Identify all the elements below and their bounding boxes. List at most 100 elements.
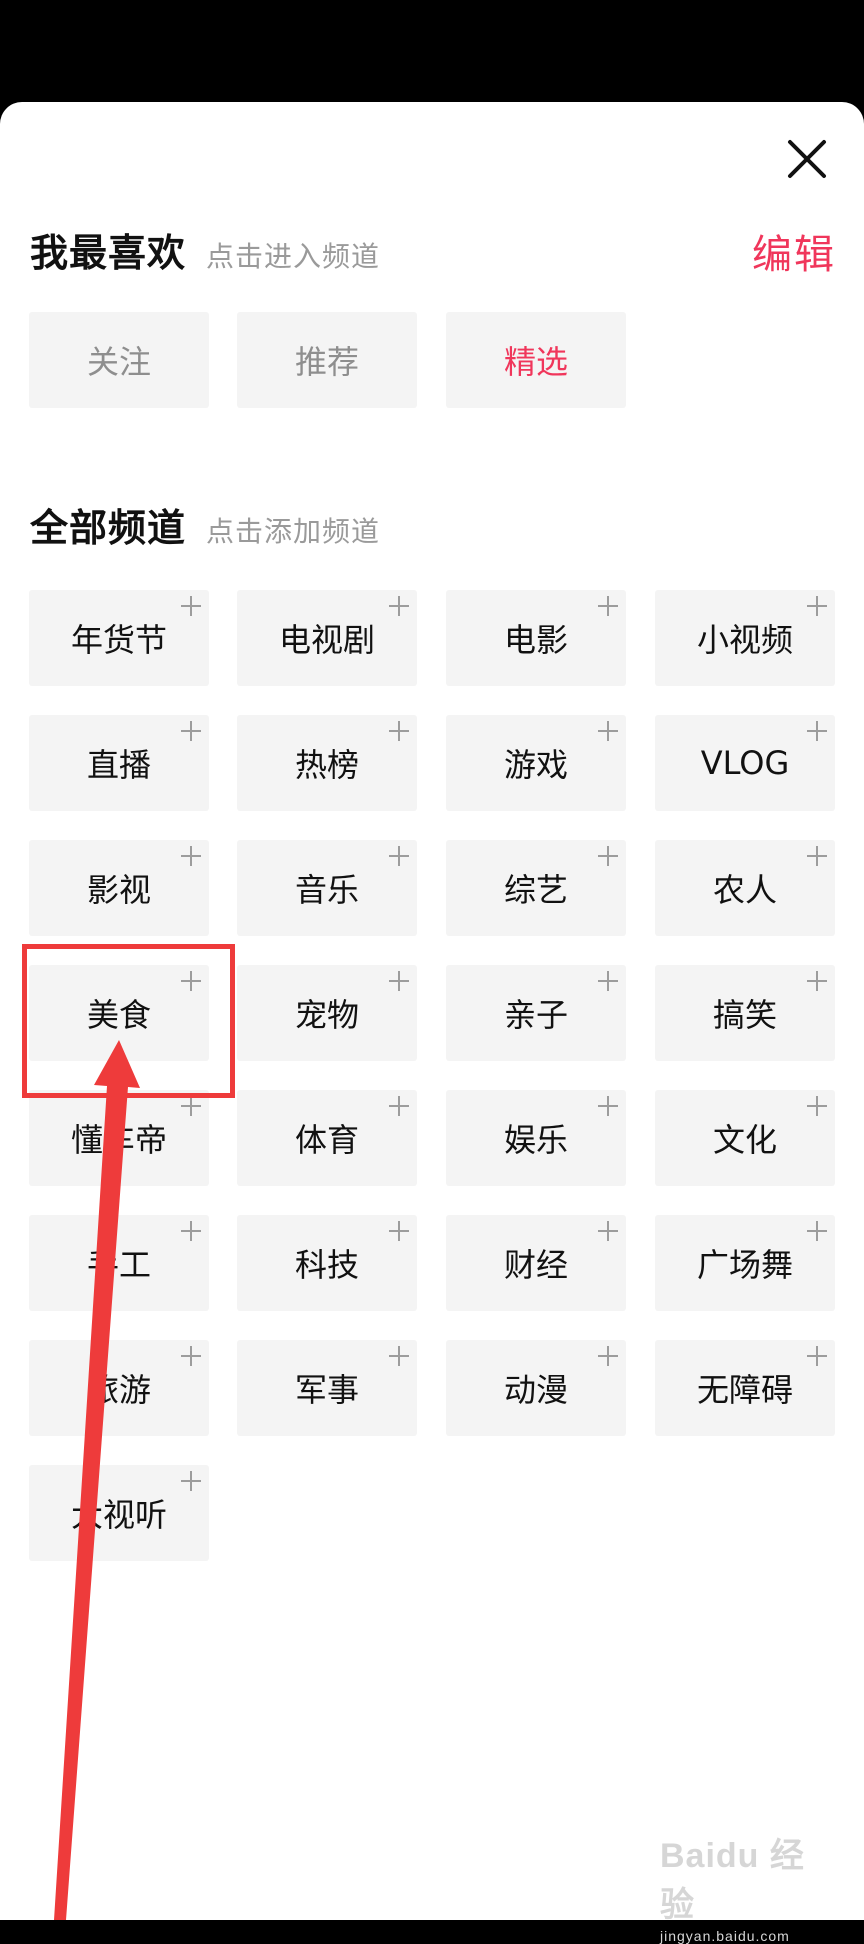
all-channels-title: 全部频道 — [30, 506, 187, 550]
plus-icon — [807, 596, 827, 616]
plus-icon — [807, 1346, 827, 1366]
plus-icon — [598, 846, 618, 866]
channel-label: 热榜 — [294, 746, 359, 784]
channel-label: 科技 — [294, 1246, 359, 1284]
channel-label: 大视听 — [70, 1496, 167, 1534]
channel-label: 关注 — [86, 343, 151, 381]
channel-tile[interactable]: 农人 — [655, 840, 835, 936]
channel-tile[interactable]: 无障碍 — [655, 1340, 835, 1436]
channel-tile[interactable]: 体育 — [237, 1090, 417, 1186]
channel-tile[interactable]: VLOG — [655, 715, 835, 811]
channel-label: 美食 — [86, 996, 151, 1034]
channel-label: 直播 — [86, 746, 151, 784]
channel-tile[interactable]: 科技 — [237, 1215, 417, 1311]
channel-label: 影视 — [86, 871, 151, 909]
close-button[interactable] — [782, 134, 832, 184]
favorite-channel-tile[interactable]: 关注 — [29, 312, 209, 408]
channel-tile[interactable]: 电视剧 — [237, 590, 417, 686]
channel-label: 电影 — [503, 621, 568, 659]
plus-icon — [389, 1221, 409, 1241]
channel-tile[interactable]: 动漫 — [446, 1340, 626, 1436]
watermark-main: Baidu 经验 — [660, 1837, 805, 1924]
channel-tile[interactable]: 旅游 — [29, 1340, 209, 1436]
plus-icon — [181, 1346, 201, 1366]
channel-tile[interactable]: 影视 — [29, 840, 209, 936]
plus-icon — [181, 596, 201, 616]
channel-label: 财经 — [503, 1246, 568, 1284]
channel-tile[interactable]: 手工 — [29, 1215, 209, 1311]
channel-label: 小视频 — [696, 621, 793, 659]
close-icon — [788, 140, 826, 178]
channel-tile[interactable]: 娱乐 — [446, 1090, 626, 1186]
channel-label: 综艺 — [503, 871, 568, 909]
plus-icon — [181, 721, 201, 741]
channel-tile[interactable]: 军事 — [237, 1340, 417, 1436]
plus-icon — [598, 1221, 618, 1241]
channel-tile[interactable]: 广场舞 — [655, 1215, 835, 1311]
edit-button[interactable]: 编辑 — [752, 222, 836, 280]
channel-label: 广场舞 — [696, 1246, 793, 1284]
all-channels-hint: 点击添加频道 — [206, 515, 381, 548]
channel-label: 精选 — [503, 343, 568, 381]
plus-icon — [598, 721, 618, 741]
status-bar-area — [0, 0, 864, 102]
channel-label: 推荐 — [294, 343, 359, 381]
channel-tile[interactable]: 直播 — [29, 715, 209, 811]
plus-icon — [181, 1471, 201, 1491]
plus-icon — [389, 846, 409, 866]
plus-icon — [807, 721, 827, 741]
channel-tile[interactable]: 亲子 — [446, 965, 626, 1061]
channel-tile[interactable]: 大视听 — [29, 1465, 209, 1561]
plus-icon — [807, 971, 827, 991]
channel-label: 手工 — [86, 1246, 151, 1284]
channel-tile[interactable]: 游戏 — [446, 715, 626, 811]
channel-tile[interactable]: 电影 — [446, 590, 626, 686]
plus-icon — [181, 1221, 201, 1241]
plus-icon — [181, 1096, 201, 1116]
plus-icon — [598, 596, 618, 616]
all-channels-header: 全部频道 点击添加频道 — [30, 497, 380, 557]
plus-icon — [389, 1346, 409, 1366]
channel-tile[interactable]: 懂车帝 — [29, 1090, 209, 1186]
all-channels-grid: 年货节 电视剧 电影 小视频直播 热榜 游戏 VLOG 影视 音乐 综艺 农人美食 宠物 亲子 搞笑懂车帝… — [29, 590, 837, 1561]
favorites-grid: 关注 推荐 精选 — [29, 312, 837, 408]
favorites-hint: 点击进入频道 — [206, 240, 381, 273]
channel-label: 音乐 — [294, 871, 359, 909]
plus-icon — [389, 596, 409, 616]
plus-icon — [181, 971, 201, 991]
channel-label: 亲子 — [503, 996, 568, 1034]
channel-label: 无障碍 — [696, 1371, 793, 1409]
favorites-header: 我最喜欢 点击进入频道 — [30, 222, 380, 282]
plus-icon — [807, 1221, 827, 1241]
channel-label: 游戏 — [503, 746, 568, 784]
channel-tile[interactable]: 宠物 — [237, 965, 417, 1061]
plus-icon — [807, 846, 827, 866]
plus-icon — [181, 846, 201, 866]
plus-icon — [389, 721, 409, 741]
channel-tile[interactable]: 美食 — [29, 965, 209, 1061]
channel-label: 懂车帝 — [70, 1121, 167, 1159]
channel-label: 年货节 — [70, 621, 167, 659]
favorite-channel-tile[interactable]: 精选 — [446, 312, 626, 408]
channel-tile[interactable]: 年货节 — [29, 590, 209, 686]
channel-tile[interactable]: 热榜 — [237, 715, 417, 811]
channel-label: 军事 — [294, 1371, 359, 1409]
channel-label: 农人 — [712, 871, 777, 909]
channel-tile[interactable]: 财经 — [446, 1215, 626, 1311]
plus-icon — [389, 1096, 409, 1116]
plus-icon — [807, 1096, 827, 1116]
channel-tile[interactable]: 小视频 — [655, 590, 835, 686]
favorite-channel-tile[interactable]: 推荐 — [237, 312, 417, 408]
channel-tile[interactable]: 音乐 — [237, 840, 417, 936]
channel-tile[interactable]: 文化 — [655, 1090, 835, 1186]
plus-icon — [598, 1346, 618, 1366]
channel-tile[interactable]: 综艺 — [446, 840, 626, 936]
watermark-sub: jingyan.baidu.com — [660, 1928, 790, 1944]
watermark: Baidu 经验 jingyan.baidu.com — [660, 1828, 830, 1944]
channel-label: 电视剧 — [278, 621, 375, 659]
channel-label: 文化 — [712, 1121, 777, 1159]
channel-label: 宠物 — [294, 996, 359, 1034]
channel-label: VLOG — [700, 744, 790, 782]
channel-label: 娱乐 — [503, 1121, 568, 1159]
channel-tile[interactable]: 搞笑 — [655, 965, 835, 1061]
